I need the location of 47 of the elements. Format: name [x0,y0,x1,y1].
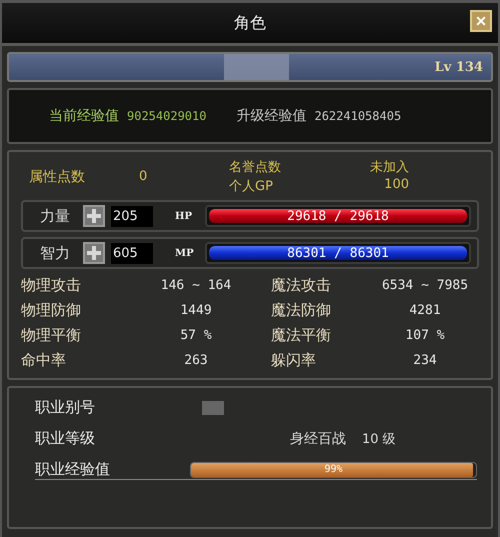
close-button[interactable]: × [470,10,492,32]
honor-points-value: 未加入 [369,159,409,176]
gp-label: 个人GP [229,178,274,195]
stat-label: 躲闪率 [271,351,317,370]
job-grade-value: 10 级 [362,430,396,448]
stat-label: 物理攻击 [21,276,82,295]
blurred-alias [202,400,224,414]
stat-value: 57 % [179,328,213,343]
attribute-points-value: 0 [139,169,148,184]
job-alias-label: 职业别号 [35,398,96,417]
attribute-value: 605 [111,242,153,264]
stat-label: 魔法平衡 [271,326,332,345]
stat-label: 物理平衡 [21,326,82,345]
stat-label: 魔法防御 [271,301,332,320]
stat-label: 命中率 [21,351,67,370]
attribute-value: 205 [111,206,153,226]
stat-value: 1449 [179,303,213,318]
job-exp-reading: 99% [324,464,343,475]
stat-value: 6534 ~ 7985 [380,278,470,293]
stat-value: 234 [412,353,438,368]
job-exp-label: 职业经验值 [35,460,111,479]
job-grade-label: 职业等级 [35,429,96,448]
next-exp-label: 升级经验值 [236,107,306,125]
bar-label: MP [175,248,195,258]
current-exp-label: 当前经验值 [49,107,119,125]
stat-value: 4281 [408,303,442,318]
job-grade-name: 身经百战 [290,430,346,448]
plus-button[interactable] [83,242,105,264]
window-title: 角色 [234,12,266,34]
blurred-name [224,54,289,80]
stat-label: 物理防御 [21,301,82,320]
bar-reading: 29618 / 29618 [287,208,389,224]
bar-reading: 86301 / 86301 [287,246,389,260]
attribute-name: 力量 [39,206,71,226]
next-exp-value: 262241058405 [314,109,402,123]
stat-value: 146 ~ 164 [160,278,232,293]
level-text: Lv 134 [434,60,483,74]
plus-button[interactable] [83,205,105,227]
honor-points-label: 名誉点数 [229,159,282,176]
bar-label: HP [175,210,193,222]
stat-value: 263 [183,353,209,368]
stat-label: 魔法攻击 [271,276,332,295]
attribute-points-label: 属性点数 [28,168,86,186]
current-exp-value: 90254029010 [127,109,206,123]
gp-value: 100 [383,177,409,194]
attribute-name: 智力 [39,244,71,262]
stat-value: 107 % [404,328,446,343]
